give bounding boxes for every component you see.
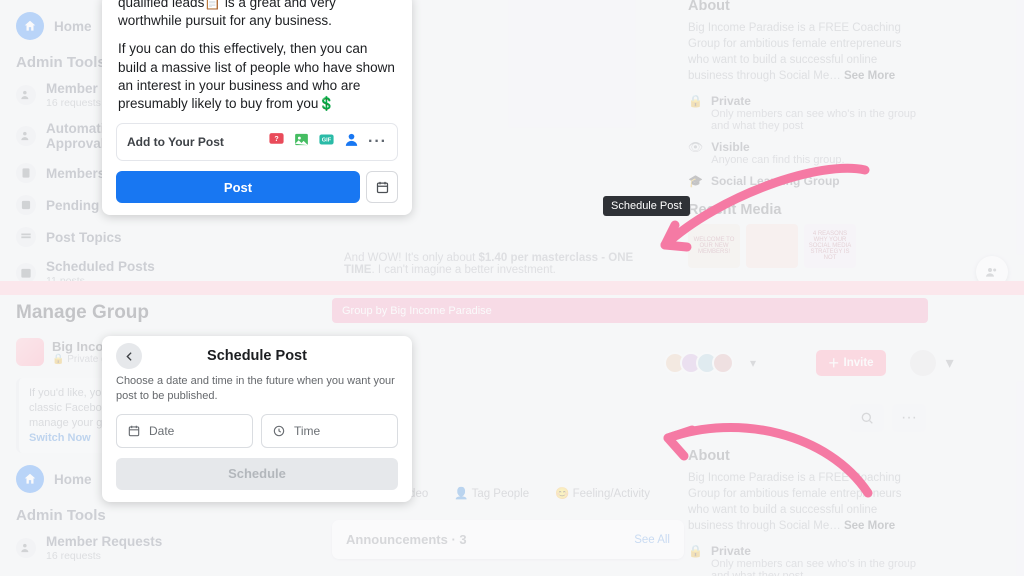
schedule-modal: Schedule Post Choose a date and time in … [102,336,412,502]
schedule-tooltip: Schedule Post [603,196,690,216]
home-icon [16,465,44,493]
announcements-title: Announcements · 3 [346,532,467,547]
schedule-button[interactable] [366,171,398,203]
grad-cap-icon: 🎓 [688,174,703,188]
add-to-post-label: Add to Your Post [127,135,224,149]
see-more-link[interactable]: See More [844,520,895,532]
add-to-post-row: Add to Your Post ? GIF ··· [116,123,398,161]
visible-label: Visible [711,140,844,154]
home-icon [16,12,44,40]
recent-media-heading: Recent Media [688,202,924,218]
about-heading: About [688,0,924,14]
qa-icon[interactable]: ? [268,131,285,153]
eye-icon: 👁 [688,140,703,154]
nav-post-topics[interactable]: Post Topics [8,221,234,253]
about-panel: About Big Income Paradise is a FREE Coac… [688,0,924,268]
svg-text:GIF: GIF [322,138,332,144]
nav-label: Member Requests [46,534,162,549]
person-check-icon [16,126,36,146]
calendar-icon [127,424,141,438]
media-thumb[interactable] [746,224,798,268]
photo-icon[interactable] [293,131,310,153]
schedule-submit-button[interactable]: Schedule [116,458,398,490]
pending-icon [16,195,36,215]
svg-text:?: ? [274,135,278,143]
person-add-icon [16,538,36,558]
nav-member-requests[interactable]: Member Requests16 requests [8,528,234,568]
section-admin-tools: Admin Tools [8,499,234,528]
switch-now-link[interactable]: Switch Now [29,432,91,444]
divider [0,281,1024,295]
compose-text[interactable]: qualified leads📋 is a great and very wor… [116,0,398,113]
more-button[interactable]: ··· [892,404,926,432]
avatar-dropdown[interactable]: ▾ [750,356,756,370]
date-label: Date [149,424,174,438]
nav-label: Scheduled Posts [46,259,155,274]
media-thumb[interactable]: 4 REASONS WHY YOUR SOCIAL MEDIA STRATEGY… [804,224,856,268]
clock-icon [272,424,286,438]
post-button[interactable]: Post [116,171,360,203]
back-button[interactable] [116,343,142,369]
bottom-screenshot: Manage Group Big Income Paradise 🔒 Priva… [0,288,1024,576]
about-description: Big Income Paradise is a FREE Coaching G… [688,20,924,84]
time-label: Time [294,424,320,438]
privacy-sub: Only members can see who's in the group … [711,108,924,132]
gif-icon[interactable]: GIF [318,131,335,153]
strip-tag[interactable]: 👤 Tag People [454,486,529,500]
about-panel: About Big Income Paradise is a FREE Coac… [688,448,924,576]
tag-people-icon[interactable] [343,131,360,153]
see-more-link[interactable]: See More [844,70,895,82]
calendar-icon [16,263,36,283]
about-description: Big Income Paradise is a FREE Coaching G… [688,470,924,534]
time-input[interactable]: Time [261,414,398,448]
nav-label: Home [54,19,92,34]
media-thumbs: WELCOME TO OUR NEW MEMBERS! 4 REASONS WH… [688,224,924,268]
about-heading: About [688,448,924,464]
search-button[interactable] [850,404,884,432]
lock-icon: 🔒 [688,544,703,558]
modal-title: Schedule Post [207,348,307,364]
manage-group-heading: Manage Group [8,294,234,332]
more-icon[interactable]: ··· [368,133,387,151]
learning-label: Social Learning Group [711,174,840,188]
privacy-sub: Only members can see who's in the group … [711,558,924,576]
group-header-row: ▾ ＋Invite ▾ [670,350,954,376]
compose-modal: qualified leads📋 is a great and very wor… [102,0,412,215]
privacy-label: Private [711,94,924,108]
announcements-card[interactable]: Announcements · 3 See All [332,520,684,559]
user-avatar[interactable] [910,350,936,376]
group-banner: Group by Big Income Paradise [332,298,928,323]
clipboard-icon [16,163,36,183]
search-tools: ··· [850,404,926,432]
modal-hint: Choose a date and time in the future whe… [116,374,398,404]
media-thumb[interactable]: WELCOME TO OUR NEW MEMBERS! [688,224,740,268]
lock-icon: 🔒 [688,94,703,108]
privacy-label: Private [711,544,924,558]
topics-icon [16,227,36,247]
nav-label: Home [54,472,92,487]
see-all-link[interactable]: See All [634,534,670,546]
group-thumb [16,338,44,366]
chevron-down-icon[interactable]: ▾ [946,353,954,373]
top-screenshot: Home Admin Tools Member Requests16 reque… [0,0,1024,288]
person-add-icon [16,85,36,105]
nav-label: Post Topics [46,230,122,245]
nav-sub: 16 requests [46,550,162,562]
strip-feeling[interactable]: 😊 Feeling/Activity [555,486,650,500]
background-text: And WOW! It's only about $1.40 per maste… [344,252,654,276]
visible-sub: Anyone can find this group. [711,154,844,166]
member-avatars[interactable] [670,352,734,374]
invite-button[interactable]: ＋Invite [816,350,886,376]
date-input[interactable]: Date [116,414,253,448]
